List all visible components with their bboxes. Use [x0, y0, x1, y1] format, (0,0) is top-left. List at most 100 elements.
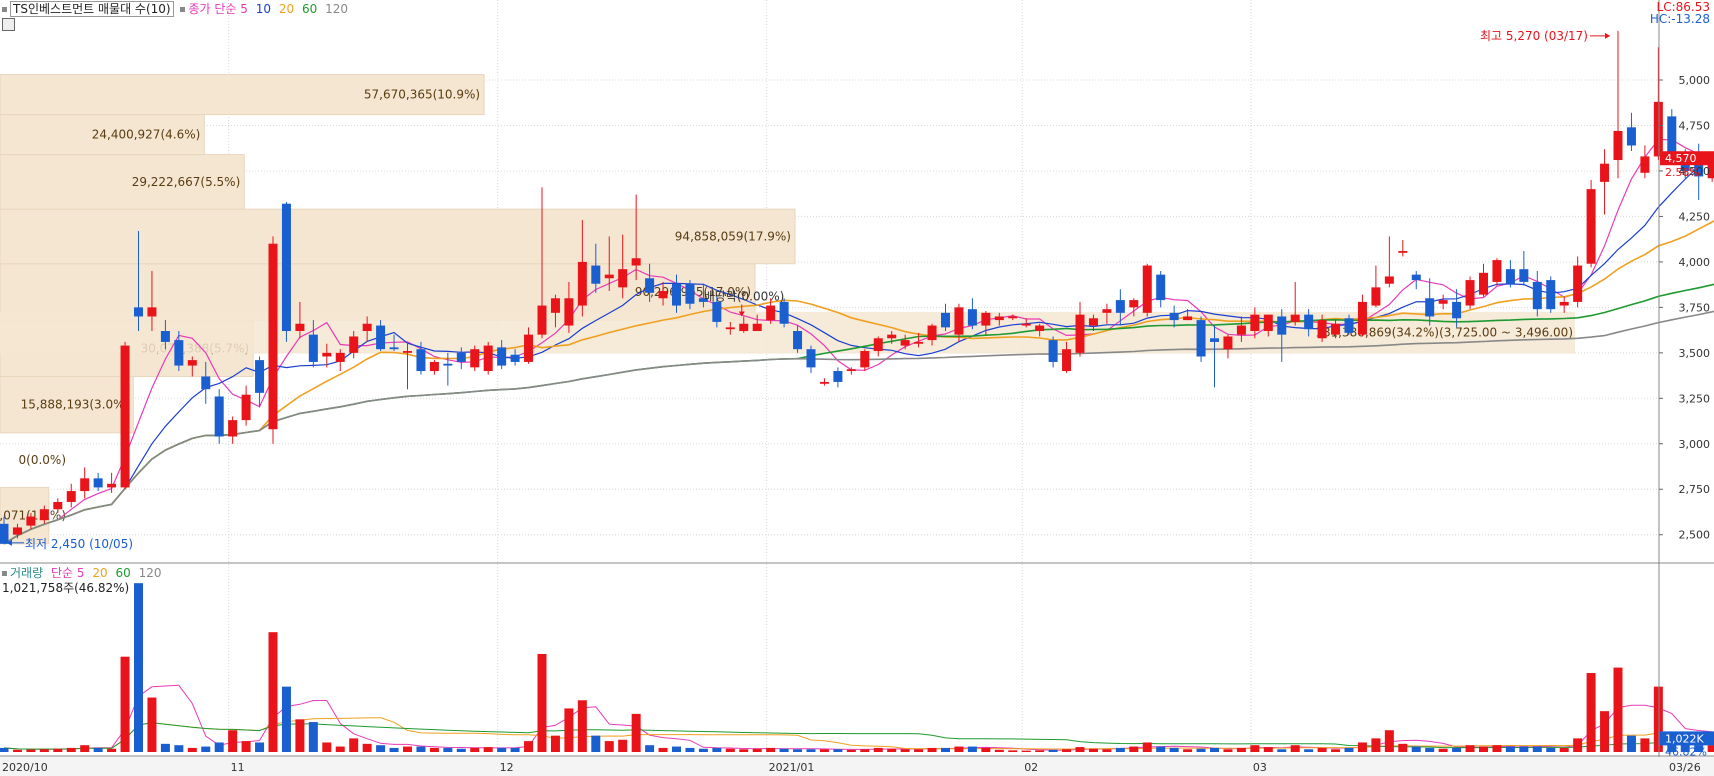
candle-body [1156, 274, 1166, 301]
volume-bar [914, 749, 924, 752]
candle-body [618, 269, 628, 288]
volume-bar [1048, 749, 1058, 752]
candle-body [174, 340, 184, 366]
candle-body [1075, 314, 1085, 353]
volume-bar [1156, 746, 1166, 752]
candle-body [214, 396, 224, 437]
candle-body [107, 483, 117, 488]
vol-ma60-label: 60 [115, 566, 131, 580]
candle-body [1600, 163, 1610, 182]
volume-bar [1210, 747, 1219, 752]
volume-bar [604, 741, 614, 752]
candle-body [793, 331, 803, 350]
candle-body [483, 345, 493, 372]
volume-bar [779, 748, 789, 752]
candle-body [1425, 298, 1435, 317]
volume-bar [631, 713, 641, 752]
volume-profile-label: 181,386,869(34.2%)(3,725.00 ~ 3,496.00) [1315, 326, 1573, 340]
volume-bar [887, 748, 897, 752]
grid-toggle-icon[interactable] [2, 18, 15, 31]
volume-bar [927, 747, 937, 752]
candle-body [134, 307, 143, 317]
x-tick-label: 11 [231, 761, 245, 774]
volume-bar [120, 656, 130, 752]
x-tick-label: 2021/01 [769, 761, 815, 774]
vol-ma20-label: 20 [92, 566, 108, 580]
candle-body [1196, 320, 1206, 357]
x-axis-band [0, 757, 1714, 776]
candle-body [255, 360, 265, 393]
candle-body [1290, 314, 1300, 322]
high-annotation: 최고 5,270 (03/17) [1480, 29, 1588, 43]
candle-body [1115, 300, 1125, 313]
volume-bar [241, 741, 251, 752]
candle-body [604, 274, 614, 279]
candle-body [1062, 349, 1072, 372]
price-tick-label: 3,000 [1679, 438, 1711, 451]
volume-bar [900, 749, 910, 752]
candle-body [967, 309, 977, 326]
candle-body [1640, 156, 1650, 173]
volume-bar [349, 738, 359, 752]
current-volume-pct: 46.82% [1665, 745, 1707, 758]
volume-profile-label: 29,222,667(5.5%) [132, 175, 241, 189]
volume-bar [1277, 749, 1287, 752]
volume-label: 거래량 [10, 566, 44, 580]
candle-body [1250, 314, 1260, 332]
legend-square-icon [180, 7, 186, 12]
legend-square-icon [2, 7, 7, 12]
x-tick-label: 2020/10 [2, 761, 48, 774]
candle-body [994, 316, 1004, 321]
ma120-label: 120 [325, 2, 348, 16]
candle-body [672, 283, 681, 306]
candle-body [1586, 189, 1596, 264]
candle-body [39, 509, 49, 521]
volume-bar [1115, 747, 1125, 752]
candle-body [1048, 340, 1058, 362]
volume-bar [967, 746, 977, 752]
candle-body [1384, 276, 1394, 284]
candle-body [577, 261, 587, 306]
volume-bar [806, 749, 816, 752]
volume-bar [1062, 749, 1072, 752]
volume-bar [187, 747, 197, 752]
candle-body [26, 516, 36, 526]
candle-body [349, 336, 359, 353]
volume-bar [295, 719, 305, 752]
volume-bar [147, 697, 157, 752]
volume-bar [308, 722, 318, 752]
candle-body [1452, 301, 1462, 319]
volume-bar [725, 748, 735, 752]
volume-bar [672, 746, 681, 752]
volume-bar [268, 632, 278, 752]
candle-body [766, 305, 776, 321]
volume-bar [12, 749, 22, 752]
candle-body [846, 369, 856, 372]
candle-body [1479, 272, 1488, 295]
candle-body [1088, 318, 1098, 326]
volume-bar [1546, 747, 1556, 752]
candle-body [1317, 320, 1327, 339]
candlestick-chart: 5,895,071(1.1%)0(0.0%)15,888,193(3.0%)30… [0, 0, 1714, 776]
candle-body [1210, 338, 1219, 342]
candle-body [1183, 316, 1193, 321]
volume-bar [994, 749, 1004, 752]
candle-body [268, 243, 278, 430]
candle-body [416, 349, 426, 372]
candle-body [295, 323, 305, 332]
volume-bar [846, 749, 856, 752]
volume-bar [335, 746, 345, 752]
candle-body [1169, 312, 1179, 321]
price-tick-label: 2,500 [1679, 529, 1711, 542]
candle-body [1304, 314, 1314, 330]
candle-body [12, 527, 22, 535]
volume-bar [281, 686, 291, 752]
candle-body [53, 501, 63, 510]
volume-bar [766, 747, 776, 752]
x-tick-label: 02 [1024, 761, 1038, 774]
x-tick-label: 12 [500, 761, 514, 774]
candle-body [389, 347, 399, 350]
dividend-annotation: 배당락(0.00%) [704, 289, 785, 303]
volume-profile-label: 94,858,059(17.9%) [675, 229, 791, 243]
candle-body [712, 301, 722, 322]
